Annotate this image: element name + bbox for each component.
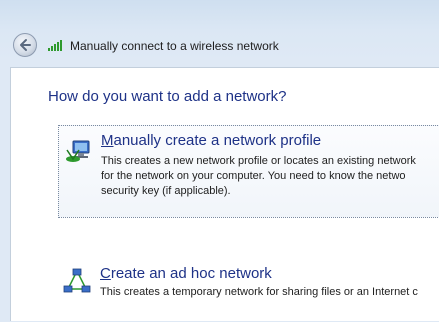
content-panel: How do you want to add a network? Manual… [10,67,439,321]
option-accel: C [100,265,111,282]
option-accel: M [101,132,114,149]
description-line: for the network on your computer. You ne… [101,170,406,182]
description-line: This creates a new network profile or lo… [101,155,416,167]
back-button[interactable] [13,33,37,57]
ad-hoc-network-option[interactable]: Create an ad hoc network This creates a … [58,258,439,322]
wizard-window: Manually connect to a wireless network H… [0,0,439,321]
description-line: security key (if applicable). [101,185,231,197]
wireless-signal-icon [48,40,62,51]
page-heading: How do you want to add a network? [48,88,287,105]
option-description: This creates a new network profile or lo… [101,154,439,199]
description-line: This creates a temporary network for sha… [100,286,418,298]
back-arrow-icon [20,39,31,51]
manual-profile-option[interactable]: Manually create a network profile This c… [58,125,439,218]
window-title: Manually connect to a wireless network [70,39,279,53]
wizard-header: Manually connect to a wireless network [0,0,439,66]
option-description: This creates a temporary network for sha… [100,285,439,300]
option-title-rest: anually create a network profile [113,132,322,149]
option-title: Manually create a network profile [101,132,321,149]
option-title: Create an ad hoc network [100,265,272,282]
option-title-rest: reate an ad hoc network [110,265,272,282]
ad-hoc-network-icon [63,268,91,293]
network-computer-icon [66,140,90,162]
